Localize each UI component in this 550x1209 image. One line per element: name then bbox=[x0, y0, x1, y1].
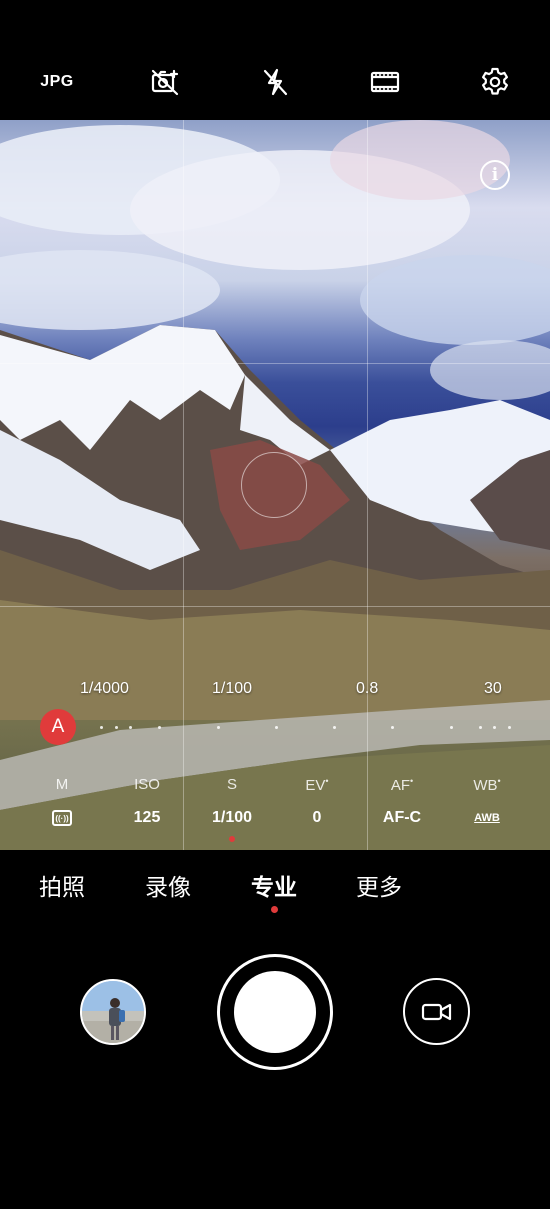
param-value: 125 bbox=[133, 809, 161, 826]
shutter-button[interactable] bbox=[217, 954, 333, 1070]
mode-video[interactable]: 录像 bbox=[145, 868, 191, 902]
slider-tick bbox=[274, 726, 278, 729]
slider-tick bbox=[333, 726, 337, 729]
flash-off-icon[interactable] bbox=[255, 62, 295, 102]
gallery-thumbnail[interactable] bbox=[80, 979, 146, 1045]
scale-label: 0.8 bbox=[356, 680, 379, 697]
shutter-button-inner bbox=[234, 971, 316, 1053]
param-name: M bbox=[55, 776, 69, 793]
mode-photo[interactable]: 拍照 bbox=[39, 868, 85, 902]
top-toolbar: JPG bbox=[0, 0, 550, 120]
param-value: 0 bbox=[312, 809, 322, 826]
metering-icon: ((·)) bbox=[52, 810, 72, 826]
grid-line bbox=[0, 363, 550, 364]
slider-tick bbox=[216, 726, 220, 729]
slider-tick bbox=[391, 726, 395, 729]
mode-selector: 拍照 录像 专业 更多 bbox=[0, 860, 550, 910]
pro-params-row: M ((·)) ISO 125 S 1/100 EV• 0 AF• AF-C W… bbox=[0, 776, 550, 850]
info-icon[interactable]: i bbox=[480, 160, 510, 190]
param-value: AF-C bbox=[382, 809, 422, 826]
param-ev[interactable]: EV• 0 bbox=[272, 776, 362, 828]
param-iso[interactable]: ISO 125 bbox=[102, 776, 192, 828]
awb-icon: AWB bbox=[474, 812, 500, 824]
grid-line bbox=[367, 120, 368, 850]
param-name: S bbox=[226, 776, 237, 793]
format-button[interactable]: JPG bbox=[35, 62, 79, 102]
scale-label: 1/100 bbox=[212, 680, 253, 697]
mode-pro[interactable]: 专业 bbox=[251, 868, 297, 902]
mode-more[interactable]: 更多 bbox=[356, 868, 402, 902]
grid-line bbox=[183, 120, 184, 850]
param-wb[interactable]: WB• AWB bbox=[442, 776, 532, 828]
grid-line bbox=[0, 606, 550, 607]
slider-tick bbox=[493, 726, 497, 729]
param-af[interactable]: AF• AF-C bbox=[357, 776, 447, 828]
gear-icon[interactable] bbox=[475, 62, 515, 102]
scale-label: 1/4000 bbox=[80, 680, 129, 697]
param-shutter[interactable]: S 1/100 bbox=[187, 776, 277, 828]
scale-label: 30 bbox=[484, 680, 502, 697]
slider-tick bbox=[158, 726, 162, 729]
param-name: AF• bbox=[390, 776, 414, 794]
aspect-ratio-film-icon[interactable] bbox=[365, 62, 405, 102]
param-name: ISO bbox=[134, 776, 160, 793]
active-mode-indicator bbox=[271, 906, 278, 913]
selected-param-indicator bbox=[229, 836, 235, 842]
gallery-thumbnail-image bbox=[82, 981, 144, 1043]
slider-tick bbox=[114, 726, 118, 729]
auto-shutter-button[interactable]: A bbox=[40, 709, 76, 745]
param-name: EV• bbox=[305, 776, 329, 794]
no-live-photo-icon[interactable] bbox=[145, 62, 185, 102]
slider-tick bbox=[129, 726, 133, 729]
viewfinder[interactable]: i 1/4000 1/100 0.8 30 A M ((·)) ISO 125 … bbox=[0, 120, 550, 850]
focus-ring bbox=[241, 452, 307, 518]
slider-tick bbox=[449, 726, 453, 729]
slider-tick bbox=[478, 726, 482, 729]
param-name: WB• bbox=[473, 776, 501, 794]
slider-tick bbox=[508, 726, 511, 729]
shutter-slider[interactable] bbox=[100, 726, 511, 730]
shutter-scale-labels: 1/4000 1/100 0.8 30 bbox=[0, 680, 550, 704]
param-metering[interactable]: M ((·)) bbox=[17, 776, 107, 828]
video-camera-icon[interactable] bbox=[403, 978, 470, 1045]
param-value: 1/100 bbox=[211, 809, 253, 826]
slider-tick bbox=[100, 726, 103, 729]
